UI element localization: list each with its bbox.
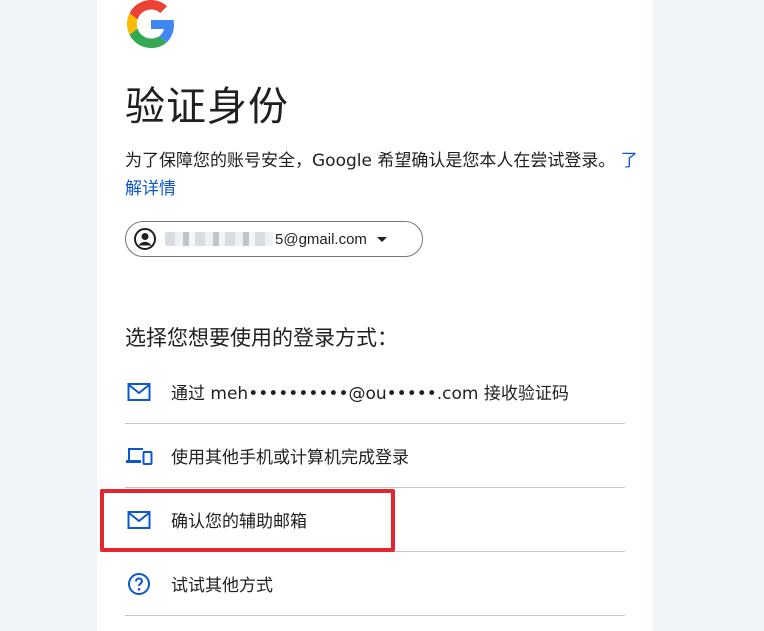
option-other-device[interactable]: 使用其他手机或计算机完成登录 xyxy=(125,424,625,488)
page-title: 验证身份 xyxy=(125,84,289,130)
description-text: 为了保障您的账号安全，Google 希望确认是您本人在尝试登录。 xyxy=(125,151,616,171)
option-label: 通过 meh••••••••••@ou•••••.com 接收验证码 xyxy=(171,384,569,404)
option-label: 试试其他方式 xyxy=(171,576,273,596)
section-heading: 选择您想要使用的登录方式： xyxy=(125,326,398,350)
account-email: 5@gmail.com xyxy=(275,230,367,248)
option-email-code[interactable]: 通过 meh••••••••••@ou•••••.com 接收验证码 xyxy=(125,360,625,424)
mail-icon xyxy=(125,378,153,406)
account-circle-icon xyxy=(133,227,157,251)
devices-icon xyxy=(125,442,153,470)
option-label: 使用其他手机或计算机完成登录 xyxy=(171,448,409,468)
signin-options-list: 通过 meh••••••••••@ou•••••.com 接收验证码 使用其他手… xyxy=(125,360,625,616)
annotation-highlight-box xyxy=(100,489,395,552)
google-logo-icon xyxy=(127,0,175,48)
help-circle-icon xyxy=(125,570,153,598)
redacted-email-part xyxy=(165,232,273,246)
option-try-another-way[interactable]: 试试其他方式 xyxy=(125,552,625,616)
chevron-down-icon xyxy=(376,236,387,242)
account-chip[interactable]: 5@gmail.com xyxy=(125,221,423,257)
page-description: 为了保障您的账号安全，Google 希望确认是您本人在尝试登录。 了解详情 xyxy=(125,147,645,203)
